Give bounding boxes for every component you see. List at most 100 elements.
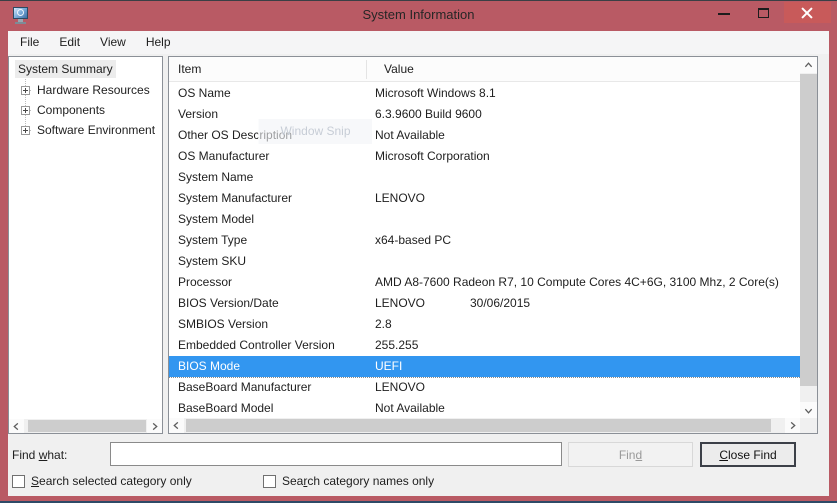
- row-item-cell: System Manufacturer: [169, 188, 375, 209]
- row-value-cell: 2.8: [375, 314, 800, 335]
- row-item-cell: Embedded Controller Version: [169, 335, 375, 356]
- row-item-cell: OS Name: [169, 83, 375, 104]
- row-value-cell: 6.3.9600 Build 9600: [375, 104, 800, 125]
- tree-item-label: Components: [34, 101, 108, 119]
- list-row[interactable]: System Type x64-based PC: [169, 230, 800, 251]
- find-button[interactable]: Find: [568, 442, 693, 467]
- menu-item-view[interactable]: View: [90, 31, 136, 54]
- list-row[interactable]: OS Manufacturer Microsoft Corporation: [169, 146, 800, 167]
- title-bar: System Information: [0, 1, 837, 31]
- find-what-input[interactable]: [110, 442, 562, 466]
- scrollbar-thumb[interactable]: [186, 419, 771, 432]
- row-item-cell: Version: [169, 104, 375, 125]
- expand-plus-icon[interactable]: [21, 86, 30, 95]
- tree-item-software-environment[interactable]: Software Environment: [10, 121, 161, 139]
- tree-item-label: Software Environment: [34, 121, 158, 139]
- list-row[interactable]: SMBIOS Version 2.8: [169, 314, 800, 335]
- search-category-names-only-checkbox[interactable]: [263, 475, 276, 488]
- row-item-cell: BIOS Mode: [169, 356, 375, 377]
- chevron-left-icon[interactable]: [169, 418, 184, 433]
- row-item-cell: OS Manufacturer: [169, 146, 375, 167]
- list-vertical-scrollbar[interactable]: [800, 57, 817, 418]
- list-row[interactable]: Processor AMD A8-7600 Radeon R7, 10 Comp…: [169, 272, 800, 293]
- chevron-up-icon[interactable]: [800, 57, 817, 73]
- row-item-cell: BaseBoard Manufacturer: [169, 377, 375, 398]
- minimize-icon: [718, 13, 730, 15]
- row-value-cell: [375, 251, 800, 272]
- row-value-cell: LENOVO30/06/2015: [375, 293, 800, 314]
- row-item-cell: System Model: [169, 209, 375, 230]
- row-item-cell: BIOS Version/Date: [169, 293, 375, 314]
- row-item-cell: BaseBoard Model: [169, 398, 375, 419]
- scrollbar-thumb[interactable]: [28, 420, 146, 432]
- chevron-down-icon[interactable]: [800, 402, 817, 418]
- row-item-cell: System Name: [169, 167, 375, 188]
- list-row[interactable]: System SKU: [169, 251, 800, 272]
- row-value-cell: 255.255: [375, 335, 800, 356]
- minimize-button[interactable]: [706, 2, 742, 23]
- list-header[interactable]: Item Value: [169, 57, 800, 82]
- row-value-cell: Not Available: [375, 398, 800, 419]
- row-item-cell: Processor: [169, 272, 375, 293]
- row-value-cell: Microsoft Corporation: [375, 146, 800, 167]
- column-divider[interactable]: [366, 60, 367, 79]
- list-row[interactable]: BIOS Mode UEFI: [169, 356, 800, 377]
- row-value-cell: x64-based PC: [375, 230, 800, 251]
- row-value-cell: LENOVO: [375, 377, 800, 398]
- chevron-left-icon[interactable]: [9, 419, 24, 433]
- list-row[interactable]: BaseBoard Model Not Available: [169, 398, 800, 419]
- list-row[interactable]: System Name: [169, 167, 800, 188]
- list-row[interactable]: System Model: [169, 209, 800, 230]
- scrollbar-thumb[interactable]: [800, 74, 817, 386]
- tree-item-label: Hardware Resources: [34, 81, 153, 99]
- list-row[interactable]: System Manufacturer LENOVO: [169, 188, 800, 209]
- search-selected-category-only-checkbox[interactable]: [12, 475, 25, 488]
- column-header-value[interactable]: Value: [375, 57, 414, 81]
- row-value-cell: Microsoft Windows 8.1: [375, 83, 800, 104]
- row-value-cell: [375, 209, 800, 230]
- list-horizontal-scrollbar[interactable]: [169, 418, 800, 433]
- menu-item-help[interactable]: Help: [136, 31, 181, 54]
- row-item-cell: Other OS Description: [169, 125, 375, 146]
- maximize-icon: [758, 8, 769, 18]
- list-row[interactable]: Other OS Description Not Available: [169, 125, 800, 146]
- close-button[interactable]: [784, 2, 831, 23]
- maximize-button[interactable]: [746, 2, 782, 23]
- row-item-cell: System Type: [169, 230, 375, 251]
- close-find-button[interactable]: Close Find: [700, 442, 796, 467]
- category-tree-pane: System Summary Hardware Resources Componen…: [8, 56, 163, 434]
- row-value-cell: [375, 167, 800, 188]
- tree-item-label: System Summary: [15, 60, 116, 78]
- find-what-label: Find what:: [12, 448, 67, 462]
- list-row[interactable]: BaseBoard Manufacturer LENOVO: [169, 377, 800, 398]
- details-list-pane: Item Value OS Name Microsoft Windows 8.1…: [168, 56, 818, 434]
- search-category-names-only-label: Search category names only: [282, 474, 434, 489]
- menu-item-edit[interactable]: Edit: [49, 31, 90, 54]
- row-value-cell: LENOVO: [375, 188, 800, 209]
- tree-item-components[interactable]: Components: [10, 101, 161, 119]
- list-row[interactable]: Version 6.3.9600 Build 9600: [169, 104, 800, 125]
- close-icon: [801, 7, 813, 19]
- row-value-cell: Not Available: [375, 125, 800, 146]
- row-value-cell: UEFI: [375, 356, 800, 377]
- list-row[interactable]: BIOS Version/Date LENOVO30/06/2015: [169, 293, 800, 314]
- search-selected-category-only-label: Search selected category only: [31, 474, 192, 489]
- chevron-right-icon[interactable]: [785, 418, 800, 433]
- tree-item-system-summary[interactable]: System Summary: [10, 60, 161, 78]
- chevron-right-icon[interactable]: [147, 419, 162, 433]
- row-value-cell: AMD A8-7600 Radeon R7, 10 Compute Cores …: [375, 272, 800, 293]
- list-row[interactable]: OS Name Microsoft Windows 8.1: [169, 83, 800, 104]
- menu-item-file[interactable]: File: [10, 31, 49, 54]
- expand-plus-icon[interactable]: [21, 106, 30, 115]
- system-information-window: System Information FileEditViewHelp Syst…: [0, 0, 837, 503]
- row-value2-cell: 30/06/2015: [470, 293, 530, 314]
- row-item-cell: System SKU: [169, 251, 375, 272]
- column-header-item[interactable]: Item: [169, 57, 375, 81]
- expand-plus-icon[interactable]: [21, 126, 30, 135]
- row-item-cell: SMBIOS Version: [169, 314, 375, 335]
- scrollbar-corner: [800, 418, 817, 433]
- tree-item-hardware-resources[interactable]: Hardware Resources: [10, 81, 161, 99]
- tree-horizontal-scrollbar[interactable]: [9, 419, 162, 433]
- menu-bar: FileEditViewHelp: [8, 31, 829, 54]
- list-row[interactable]: Embedded Controller Version 255.255: [169, 335, 800, 356]
